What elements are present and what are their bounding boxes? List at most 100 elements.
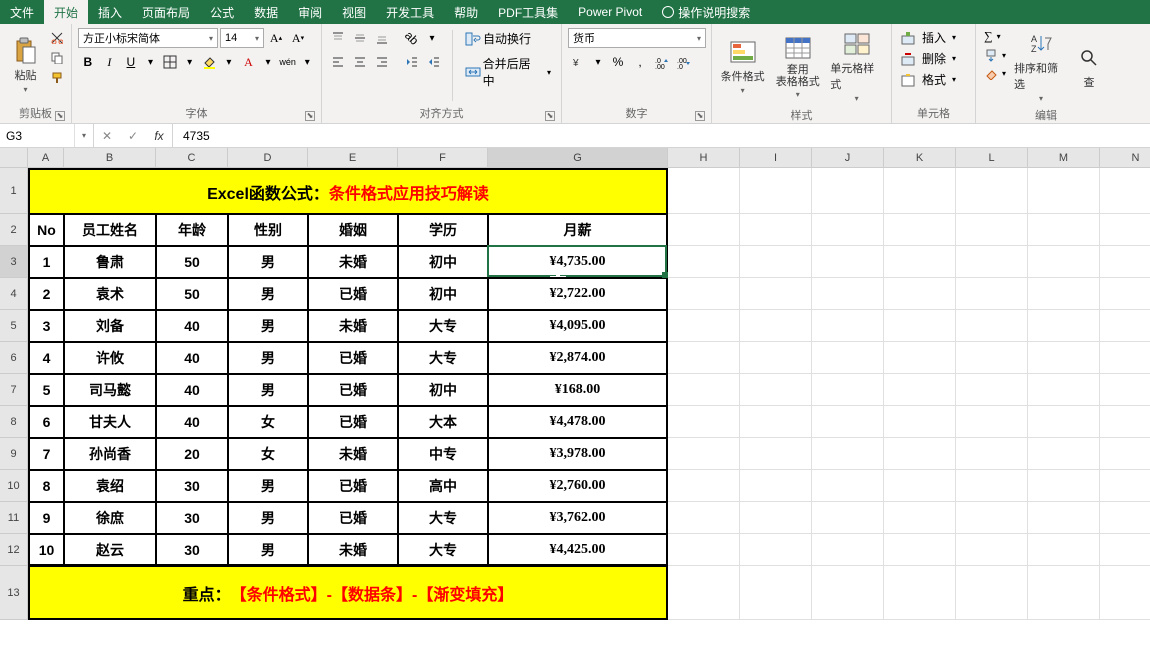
fill-button[interactable]: ▾ [982, 47, 1008, 63]
tab-file[interactable]: 文件 [0, 0, 44, 24]
empty-cell[interactable] [1100, 342, 1150, 374]
col-header-G[interactable]: G [488, 148, 668, 168]
data-cell[interactable]: 袁绍 [64, 470, 156, 502]
tab-layout[interactable]: 页面布局 [132, 0, 200, 24]
col-header-I[interactable]: I [740, 148, 812, 168]
row-header-9[interactable]: 9 [0, 438, 28, 470]
align-right-button[interactable] [372, 52, 392, 72]
data-cell[interactable]: 男 [228, 310, 308, 342]
empty-cell[interactable] [740, 214, 812, 246]
empty-cell[interactable] [740, 342, 812, 374]
col-header-D[interactable]: D [228, 148, 308, 168]
empty-cell[interactable] [956, 246, 1028, 278]
empty-cell[interactable] [1028, 534, 1100, 566]
empty-cell[interactable] [956, 310, 1028, 342]
data-cell[interactable]: 中专 [398, 438, 488, 470]
col-header-M[interactable]: M [1028, 148, 1100, 168]
empty-cell[interactable] [1100, 502, 1150, 534]
data-cell[interactable]: 50 [156, 246, 228, 278]
empty-cell[interactable] [1028, 310, 1100, 342]
empty-cell[interactable] [668, 470, 740, 502]
empty-cell[interactable] [668, 278, 740, 310]
empty-cell[interactable] [740, 438, 812, 470]
empty-cell[interactable] [1028, 566, 1100, 620]
data-cell[interactable]: 刘备 [64, 310, 156, 342]
align-center-button[interactable] [350, 52, 370, 72]
empty-cell[interactable] [1028, 278, 1100, 310]
tab-dev[interactable]: 开发工具 [376, 0, 444, 24]
data-cell[interactable]: 6 [28, 406, 64, 438]
data-cell[interactable]: 大专 [398, 534, 488, 566]
data-cell[interactable]: 50 [156, 278, 228, 310]
data-cell[interactable]: ¥3,762.00 [488, 502, 668, 534]
data-cell[interactable]: 司马懿 [64, 374, 156, 406]
merge-center-button[interactable]: 合并后居中 ▾ [461, 53, 555, 91]
empty-cell[interactable] [812, 278, 884, 310]
conditional-format-button[interactable]: 条件格式▾ [718, 28, 767, 105]
empty-cell[interactable] [884, 470, 956, 502]
data-cell[interactable]: 男 [228, 374, 308, 406]
data-cell[interactable]: 30 [156, 534, 228, 566]
row-header-1[interactable]: 1 [0, 168, 28, 214]
header-cell[interactable]: 年龄 [156, 214, 228, 246]
format-painter-button[interactable] [49, 70, 65, 86]
data-cell[interactable]: 男 [228, 342, 308, 374]
font-size-combo[interactable]: 14▾ [220, 28, 264, 48]
empty-cell[interactable] [884, 278, 956, 310]
empty-cell[interactable] [1100, 438, 1150, 470]
empty-cell[interactable] [812, 310, 884, 342]
align-left-button[interactable] [328, 52, 348, 72]
data-cell[interactable]: 未婚 [308, 310, 398, 342]
col-header-B[interactable]: B [64, 148, 156, 168]
empty-cell[interactable] [956, 534, 1028, 566]
dialog-launcher-icon[interactable]: ⬊ [545, 111, 555, 121]
empty-cell[interactable] [956, 470, 1028, 502]
row-header-8[interactable]: 8 [0, 406, 28, 438]
empty-cell[interactable] [884, 438, 956, 470]
data-cell[interactable]: ¥2,874.00 [488, 342, 668, 374]
cell-styles-button[interactable]: 单元格样式▾ [828, 28, 885, 105]
data-cell[interactable]: 已婚 [308, 502, 398, 534]
empty-cell[interactable] [812, 374, 884, 406]
paste-button[interactable]: 粘贴 ▾ [6, 28, 45, 103]
tab-insert[interactable]: 插入 [88, 0, 132, 24]
data-cell[interactable]: 30 [156, 502, 228, 534]
data-cell[interactable]: 未婚 [308, 438, 398, 470]
empty-cell[interactable] [884, 374, 956, 406]
data-cell[interactable]: 4 [28, 342, 64, 374]
row-header-5[interactable]: 5 [0, 310, 28, 342]
data-cell[interactable]: 8 [28, 470, 64, 502]
empty-cell[interactable] [812, 214, 884, 246]
tab-view[interactable]: 视图 [332, 0, 376, 24]
header-cell[interactable]: 性别 [228, 214, 308, 246]
insert-cells-button[interactable]: 插入▾ [898, 28, 969, 47]
percent-button[interactable]: % [608, 52, 628, 72]
data-cell[interactable]: 男 [228, 470, 308, 502]
empty-cell[interactable] [1028, 374, 1100, 406]
empty-cell[interactable] [668, 214, 740, 246]
data-cell[interactable]: 20 [156, 438, 228, 470]
underline-button[interactable]: U [121, 52, 141, 72]
empty-cell[interactable] [812, 470, 884, 502]
data-cell[interactable]: 大专 [398, 502, 488, 534]
empty-cell[interactable] [956, 168, 1028, 214]
col-header-K[interactable]: K [884, 148, 956, 168]
empty-cell[interactable] [668, 566, 740, 620]
data-cell[interactable]: ¥2,760.00 [488, 470, 668, 502]
tab-powerpivot[interactable]: Power Pivot [568, 0, 652, 24]
footer-cell[interactable]: 重点：【条件格式】-【数据条】-【渐变填充】 [28, 566, 668, 620]
enter-formula-button[interactable]: ✓ [120, 124, 146, 147]
data-cell[interactable]: 40 [156, 342, 228, 374]
grow-font-button[interactable]: A▴ [266, 28, 286, 48]
data-cell[interactable]: 赵云 [64, 534, 156, 566]
data-cell[interactable]: 女 [228, 438, 308, 470]
data-cell[interactable]: 40 [156, 310, 228, 342]
find-button[interactable]: 查 [1074, 28, 1104, 105]
empty-cell[interactable] [740, 566, 812, 620]
data-cell[interactable]: ¥4,478.00 [488, 406, 668, 438]
empty-cell[interactable] [812, 246, 884, 278]
empty-cell[interactable] [884, 246, 956, 278]
header-cell[interactable]: 婚姻 [308, 214, 398, 246]
row-header-10[interactable]: 10 [0, 470, 28, 502]
copy-button[interactable] [49, 50, 65, 66]
